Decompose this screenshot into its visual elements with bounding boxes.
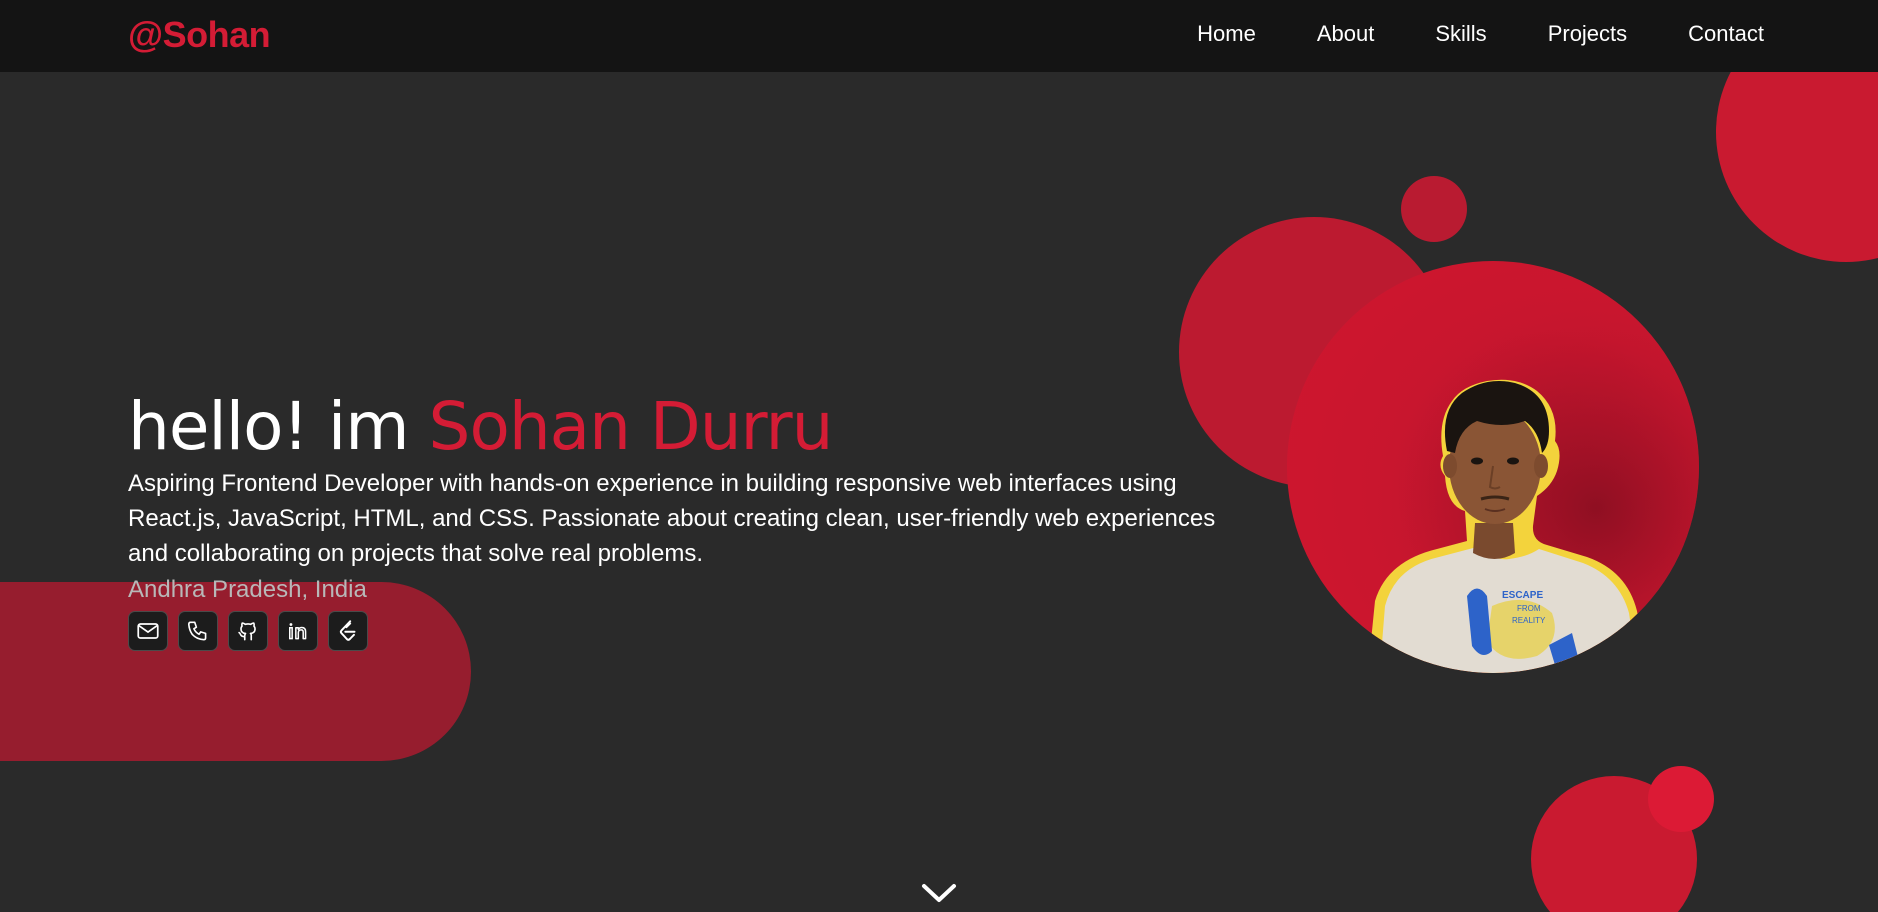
social-links — [128, 611, 1248, 651]
linkedin-link[interactable] — [278, 611, 318, 651]
mail-icon — [137, 623, 159, 639]
nav-skills[interactable]: Skills — [1435, 21, 1486, 47]
code-profile-icon — [339, 620, 356, 641]
nav-about[interactable]: About — [1317, 21, 1375, 47]
hero-name: Sohan Durru — [428, 388, 834, 465]
hero-description: Aspiring Frontend Developer with hands-o… — [128, 470, 1216, 567]
shirt-print-text-2: FROM — [1517, 604, 1541, 613]
github-link[interactable] — [228, 611, 268, 651]
hero-location: Andhra Pradesh, India — [128, 576, 367, 603]
scroll-down-button[interactable] — [920, 880, 958, 910]
phone-link[interactable] — [178, 611, 218, 651]
profile-illustration: ESCAPE FROM REALITY — [1287, 261, 1699, 673]
nav-home[interactable]: Home — [1197, 21, 1256, 47]
nav-links: Home About Skills Projects Contact — [1136, 21, 1764, 47]
logo[interactable]: @Sohan — [128, 14, 271, 56]
hero-greeting: hello! im — [128, 388, 429, 465]
shirt-print-text: ESCAPE — [1502, 590, 1543, 601]
decor-circle-bottom-small — [1648, 766, 1714, 832]
profile-photo: ESCAPE FROM REALITY — [1287, 261, 1699, 673]
hero-section: hello! im Sohan Durru Aspiring Frontend … — [128, 388, 1248, 651]
navbar: @Sohan Home About Skills Projects Contac… — [0, 0, 1878, 72]
mail-link[interactable] — [128, 611, 168, 651]
shirt-print-text-3: REALITY — [1512, 616, 1546, 625]
chevron-down-icon — [922, 884, 956, 902]
linkedin-icon — [289, 623, 307, 640]
decor-circle-small — [1401, 176, 1467, 242]
nav-contact[interactable]: Contact — [1688, 21, 1764, 47]
nav-projects[interactable]: Projects — [1548, 21, 1627, 47]
code-profile-link[interactable] — [328, 611, 368, 651]
portfolio-page: @Sohan Home About Skills Projects Contac… — [0, 0, 1878, 912]
phone-icon — [187, 621, 207, 641]
hero-title: hello! im Sohan Durru — [128, 388, 1248, 466]
github-icon — [238, 622, 256, 641]
